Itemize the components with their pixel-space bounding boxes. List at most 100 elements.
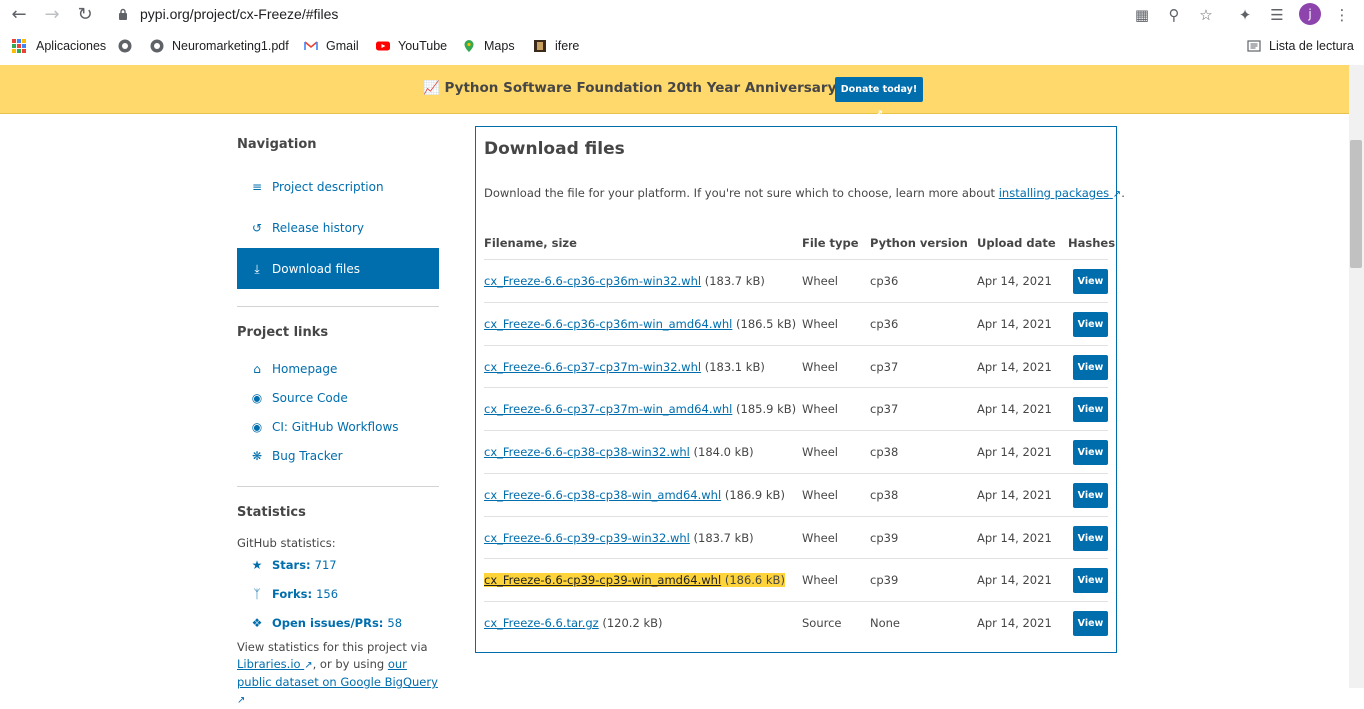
table-row: cx_Freeze-6.6-cp37-cp37m-win_amd64.whl (… (484, 387, 1108, 430)
media-queue-icon[interactable]: ☰ (1266, 4, 1288, 26)
file-cell: cx_Freeze-6.6-cp37-cp37m-win32.whl (183.… (484, 360, 765, 374)
view-hashes-button[interactable]: View (1073, 525, 1108, 551)
file-download-link[interactable]: cx_Freeze-6.6-cp36-cp36m-win32.whl (484, 274, 701, 288)
file-download-link[interactable]: cx_Freeze-6.6-cp37-cp37m-win32.whl (484, 360, 701, 374)
column-header-python-version: Python version (870, 236, 968, 250)
file-download-link[interactable]: cx_Freeze-6.6-cp36-cp36m-win_amd64.whl (484, 317, 732, 331)
bookmark-label: Gmail (326, 39, 359, 53)
maps-icon (464, 40, 474, 52)
view-hashes-button[interactable]: View (1073, 440, 1108, 465)
stat-open-issues[interactable]: ❖ Open issues/PRs: 58 (250, 616, 402, 630)
file-download-link[interactable]: cx_Freeze-6.6-cp39-cp39-win32.whl (484, 531, 690, 545)
zoom-icon[interactable]: ⚲ (1164, 5, 1184, 25)
bookmark-apps[interactable]: Aplicaciones (12, 37, 106, 55)
bookmark-label: ifere (555, 39, 580, 53)
column-header-hashes: Hashes (1068, 236, 1116, 250)
link-bug-tracker[interactable]: ❋ Bug Tracker (250, 446, 343, 466)
link-source-code[interactable]: ◉ Source Code (250, 388, 348, 408)
fundraiser-banner: 📈 Python Software Foundation 20th Year A… (0, 65, 1349, 114)
stat-value: 156 (316, 587, 339, 601)
nav-release-history[interactable]: ↺ Release history (250, 218, 364, 238)
intro-text: Download the file for your platform. If … (484, 186, 996, 200)
file-size: (185.9 kB) (736, 402, 797, 417)
nav-download-files[interactable]: ⤓ Download files (237, 248, 439, 289)
external-link-icon: ↗ (237, 695, 246, 706)
link-label: CI: GitHub Workflows (272, 420, 399, 434)
bookmarks-bar: Aplicaciones Neuromarketing1.pdf Gmail Y… (0, 33, 1364, 59)
file-type: Wheel (802, 573, 839, 588)
view-hashes-button[interactable]: View (1073, 269, 1108, 294)
stat-value: 58 (387, 616, 403, 630)
view-hashes-button[interactable]: View (1073, 611, 1108, 636)
table-row: cx_Freeze-6.6-cp38-cp38-win_amd64.whl (1… (484, 472, 1108, 516)
globe-icon (118, 39, 132, 53)
external-link-icon: ↗ (874, 109, 884, 120)
file-size: (183.7 kB) (693, 530, 754, 545)
stat-forks[interactable]: ᛉ Forks: 156 (250, 587, 338, 601)
bug-icon: ❋ (251, 449, 263, 463)
link-text: installing packages (998, 186, 1110, 200)
chart-icon: 📈 (423, 80, 445, 96)
bookmark-label: Aplicaciones (36, 39, 107, 53)
file-type: Wheel (802, 445, 839, 459)
file-size: (183.1 kB) (704, 359, 765, 374)
scrollbar-thumb[interactable] (1350, 140, 1362, 268)
extensions-icon[interactable]: ✦ (1234, 4, 1256, 26)
stat-value: 717 (314, 558, 337, 572)
python-version: cp37 (870, 402, 899, 417)
bookmark-ifere[interactable]: ifere (533, 37, 579, 55)
page-title: Download files (484, 139, 625, 159)
python-version: cp36 (870, 316, 899, 331)
table-row: cx_Freeze-6.6.tar.gz (120.2 kB) Source Non… (484, 601, 1108, 644)
more-menu-icon[interactable]: ⋮ (1331, 4, 1353, 26)
reading-list[interactable]: Lista de lectura (1247, 37, 1354, 55)
bookmark-neuromarketing[interactable]: Neuromarketing1.pdf (150, 37, 289, 55)
forward-arrow-icon[interactable]: → (41, 4, 63, 26)
nav-project-description[interactable]: ≡ Project description (250, 177, 384, 197)
address-bar[interactable]: pypi.org/project/cx-Freeze/#files ▦ ⚲ ☆ (108, 2, 1224, 27)
view-hashes-button[interactable]: View (1073, 354, 1108, 380)
file-type: Wheel (802, 530, 839, 545)
github-icon: ◉ (251, 391, 263, 405)
bookmark-youtube[interactable]: YouTube (376, 37, 447, 55)
view-hashes-button[interactable]: View (1073, 482, 1108, 508)
download-icon: ⤓ (254, 261, 260, 276)
reading-list-icon (1247, 40, 1261, 52)
file-download-link[interactable]: cx_Freeze-6.6-cp37-cp37m-win_amd64.whl (484, 402, 732, 416)
link-ci-workflows[interactable]: ◉ CI: GitHub Workflows (250, 417, 399, 437)
stat-stars[interactable]: ★ Stars: 717 (250, 558, 337, 572)
file-download-link[interactable]: cx_Freeze-6.6.tar.gz (484, 616, 599, 630)
file-download-link[interactable]: cx_Freeze-6.6-cp39-cp39-win_amd64.whl (484, 573, 721, 587)
bookmark-maps[interactable]: Maps (462, 37, 515, 55)
align-left-icon: ≡ (251, 180, 263, 194)
bookmark-globe[interactable] (118, 37, 140, 55)
gmail-icon (304, 41, 318, 50)
bookmark-star-icon[interactable]: ☆ (1196, 5, 1216, 25)
nav-label: Download files (272, 261, 360, 276)
translate-icon[interactable]: ▦ (1132, 5, 1152, 25)
back-arrow-icon[interactable]: ← (8, 4, 30, 26)
installing-packages-link[interactable]: installing packages ↗ (999, 186, 1121, 200)
libraries-io-link[interactable]: Libraries.io ↗ (237, 657, 313, 671)
link-homepage[interactable]: ⌂ Homepage (250, 359, 337, 379)
file-cell: cx_Freeze-6.6-cp36-cp36m-win32.whl (183.… (484, 274, 765, 288)
file-cell: cx_Freeze-6.6-cp37-cp37m-win_amd64.whl (… (484, 402, 796, 416)
view-hashes-button[interactable]: View (1073, 568, 1108, 594)
column-header-upload-date: Upload date (977, 236, 1056, 250)
view-hashes-button[interactable]: View (1073, 311, 1108, 337)
fork-icon: ᛉ (253, 587, 261, 601)
upload-date: Apr 14, 2021 (977, 445, 1052, 459)
donate-button[interactable]: Donate today! ↗ (835, 77, 923, 120)
python-version: cp38 (870, 487, 899, 502)
bookmark-gmail[interactable]: Gmail (304, 37, 359, 55)
reload-icon[interactable]: ↻ (74, 4, 96, 26)
file-size: (186.6 kB) (724, 573, 785, 588)
table-row: cx_Freeze-6.6-cp37-cp37m-win32.whl (183.… (484, 344, 1108, 388)
table-row: cx_Freeze-6.6-cp36-cp36m-win_amd64.whl (… (484, 301, 1108, 345)
file-download-link[interactable]: cx_Freeze-6.6-cp38-cp38-win32.whl (484, 445, 690, 459)
python-version: cp38 (870, 445, 899, 459)
url-text[interactable]: pypi.org/project/cx-Freeze/#files (140, 6, 338, 22)
profile-avatar[interactable]: j (1299, 3, 1321, 25)
view-hashes-button[interactable]: View (1073, 397, 1108, 423)
file-download-link[interactable]: cx_Freeze-6.6-cp38-cp38-win_amd64.whl (484, 488, 721, 502)
